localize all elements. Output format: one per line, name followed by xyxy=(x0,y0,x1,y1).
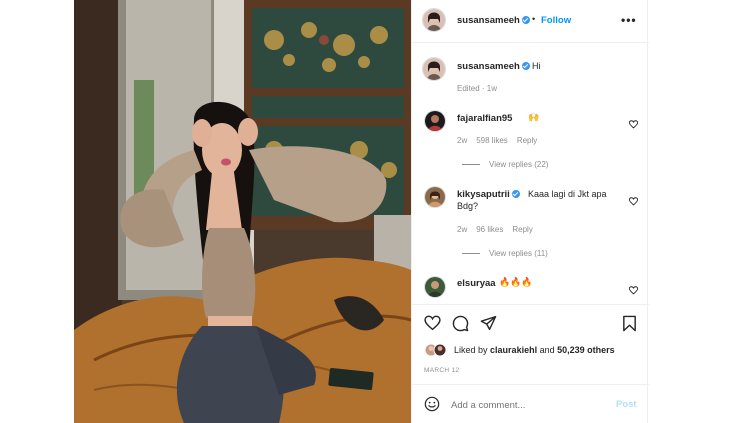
comment-emoji: 🙌 xyxy=(528,112,540,122)
comment-age: 2w xyxy=(457,225,468,234)
comment-button[interactable] xyxy=(452,315,469,337)
post-side-panel: susansameeh • Follow ••• susansameeh Hi … xyxy=(411,0,649,423)
liked-by-avatars xyxy=(424,343,448,357)
save-button[interactable] xyxy=(622,315,637,337)
post-photo[interactable] xyxy=(74,0,411,423)
reply-button[interactable]: Reply xyxy=(517,136,537,145)
author-username[interactable]: susansameeh xyxy=(457,15,530,26)
liked-by-others-link[interactable]: 50,239 others xyxy=(557,345,615,355)
heart-icon xyxy=(424,315,441,331)
separator-dot: • xyxy=(532,14,536,24)
more-options-icon[interactable]: ••• xyxy=(621,13,637,27)
composer-divider xyxy=(412,384,649,385)
share-button[interactable] xyxy=(480,315,497,336)
avatar-image xyxy=(425,277,445,297)
comment-like-icon[interactable] xyxy=(628,116,639,134)
avatar-image xyxy=(425,187,445,207)
emoji-picker-button[interactable] xyxy=(424,396,440,417)
photo-illustration xyxy=(74,0,411,423)
comment-like-icon[interactable] xyxy=(628,282,639,300)
caption-username-text[interactable]: susansameeh xyxy=(457,61,520,72)
verified-badge-icon xyxy=(521,16,530,24)
header-divider xyxy=(412,42,649,43)
like-button[interactable] xyxy=(424,315,441,336)
avatar-image xyxy=(423,9,445,31)
view-replies-button[interactable]: View replies (11) xyxy=(462,249,548,258)
comment-emoji: 🔥🔥🔥 xyxy=(499,277,533,287)
comment-age: 2w xyxy=(457,136,468,145)
share-icon xyxy=(480,315,497,331)
bookmark-icon xyxy=(623,315,636,332)
instagram-post-modal: susansameeh • Follow ••• susansameeh Hi … xyxy=(0,0,750,423)
caption-meta: Edited · 1w xyxy=(457,84,498,93)
comment-like-icon[interactable] xyxy=(628,193,639,211)
caption-username[interactable]: susansameeh xyxy=(457,61,530,72)
commenter-avatar[interactable] xyxy=(424,110,446,132)
comment-likes[interactable]: 598 likes xyxy=(476,136,508,145)
caption-text: Hi xyxy=(532,61,541,71)
comment-icon xyxy=(452,315,469,332)
comment-username[interactable]: elsuryaa xyxy=(457,278,496,289)
comment-username[interactable]: fajaralfian95 xyxy=(457,113,512,124)
comment-meta: 2w 96 likes Reply xyxy=(457,225,542,234)
avatar-image xyxy=(423,58,445,80)
liked-by-avatar-stack xyxy=(424,343,447,357)
follow-button[interactable]: Follow xyxy=(541,15,571,26)
comment-likes[interactable]: 96 likes xyxy=(476,225,503,234)
commenter-avatar[interactable] xyxy=(424,186,446,208)
avatar-image xyxy=(425,111,445,131)
comment-meta: 2w 598 likes Reply xyxy=(457,136,546,145)
liked-by-prefix: Liked by xyxy=(454,345,488,355)
add-comment-input[interactable] xyxy=(451,398,611,412)
caption-avatar[interactable] xyxy=(422,57,446,81)
post-date[interactable]: MARCH 12 xyxy=(424,367,459,374)
actions-divider xyxy=(412,304,649,305)
comment-text: Kaaa lagi di Jkt apa Bdg? xyxy=(457,189,607,211)
post-comment-button[interactable]: Post xyxy=(616,399,637,410)
liked-by-and: and xyxy=(539,345,555,355)
author-avatar[interactable] xyxy=(422,8,446,32)
commenter-avatar[interactable] xyxy=(424,276,446,298)
liked-by-user-link[interactable]: claurakiehl xyxy=(490,345,537,355)
verified-badge-icon xyxy=(521,62,530,70)
liked-by-text: Liked by claurakiehl and 50,239 others xyxy=(454,345,615,355)
author-username-text[interactable]: susansameeh xyxy=(457,15,520,26)
reply-button[interactable]: Reply xyxy=(512,225,532,234)
smiley-icon xyxy=(424,396,440,412)
view-replies-button[interactable]: View replies (22) xyxy=(462,160,548,169)
